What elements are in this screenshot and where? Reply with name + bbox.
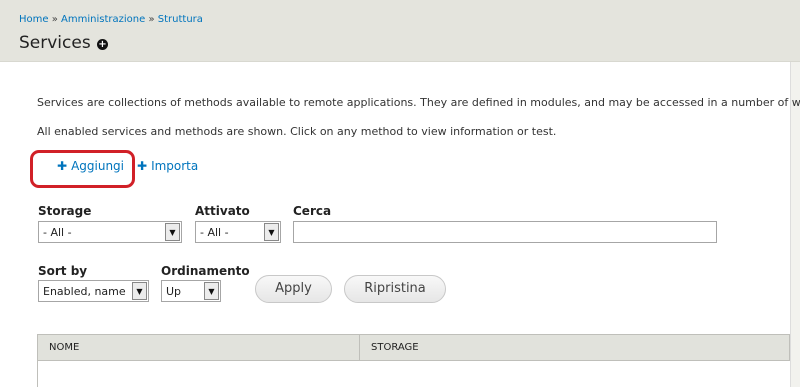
plus-icon: ✚ [57, 159, 68, 173]
column-header-storage[interactable]: STORAGE [360, 335, 790, 360]
search-filter-label: Cerca [293, 204, 332, 218]
sort-by-select[interactable]: Enabled, name ▼ [38, 280, 149, 302]
import-service-link[interactable]: ✚ Importa [137, 159, 198, 173]
breadcrumb-home[interactable]: Home [19, 14, 49, 25]
storage-filter-label: Storage [38, 204, 92, 218]
sort-by-value: Enabled, name [43, 285, 126, 298]
apply-button[interactable]: Apply [255, 275, 332, 303]
description-line-1: Services are collections of methods avai… [37, 96, 800, 109]
storage-filter-value: - All - [43, 226, 72, 239]
chevron-down-icon: ▼ [264, 223, 279, 241]
services-table-body [37, 361, 790, 387]
order-label: Ordinamento [161, 264, 250, 278]
sort-by-label: Sort by [38, 264, 88, 278]
order-select[interactable]: Up ▼ [161, 280, 221, 302]
chevron-down-icon: ▼ [165, 223, 180, 241]
reset-button[interactable]: Ripristina [344, 275, 446, 303]
chevron-down-icon: ▼ [132, 282, 147, 300]
breadcrumb: Home » Amministrazione » Struttura [19, 14, 203, 25]
enabled-filter-select[interactable]: - All - ▼ [195, 221, 281, 243]
breadcrumb-separator: » [51, 14, 58, 25]
breadcrumb-administration[interactable]: Amministrazione [61, 14, 145, 25]
add-service-label: Aggiungi [71, 159, 125, 173]
order-value: Up [166, 285, 182, 298]
search-input[interactable] [293, 221, 717, 243]
import-service-label: Importa [151, 159, 199, 173]
plus-circle-icon[interactable]: + [97, 39, 108, 50]
chevron-down-icon: ▼ [204, 282, 219, 300]
column-header-name[interactable]: NOME [38, 335, 360, 360]
storage-filter-select[interactable]: - All - ▼ [38, 221, 182, 243]
enabled-filter-label: Attivato [195, 204, 250, 218]
breadcrumb-structure[interactable]: Struttura [158, 14, 203, 25]
enabled-filter-value: - All - [200, 226, 229, 239]
add-service-link[interactable]: ✚ Aggiungi [57, 159, 124, 173]
breadcrumb-separator: » [148, 14, 155, 25]
page-edge [790, 62, 800, 387]
page-title: Services [19, 33, 91, 53]
page-header: Home » Amministrazione » Struttura Servi… [0, 0, 800, 62]
services-table-header: NOME STORAGE [37, 334, 790, 361]
plus-icon: ✚ [137, 159, 148, 173]
description-line-2: All enabled services and methods are sho… [37, 125, 557, 138]
